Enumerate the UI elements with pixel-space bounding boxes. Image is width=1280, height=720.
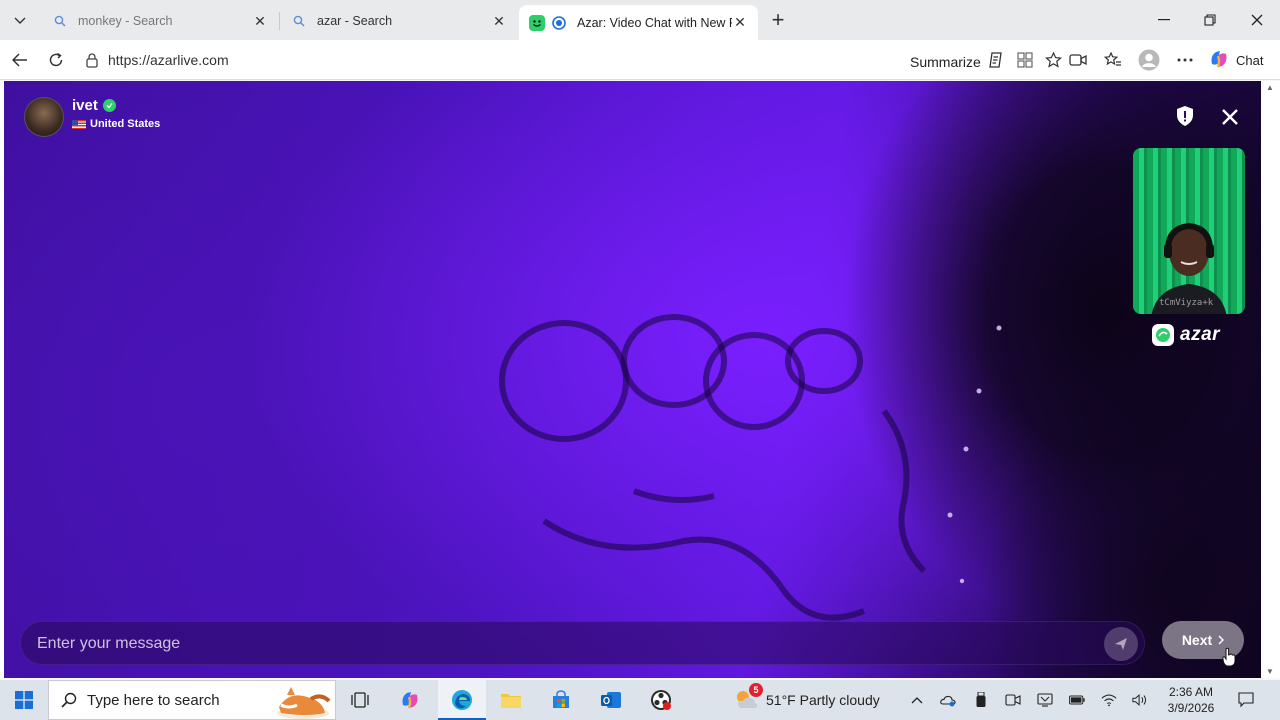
onedrive-sync-icon[interactable] [940, 692, 956, 708]
partner-video: ivet United States tCmViyza+k azar Enter… [4, 81, 1261, 678]
notification-center-icon[interactable] [1238, 692, 1254, 708]
azar-brand: azar [1152, 324, 1220, 346]
self-camera-preview: tCmViyza+k [1133, 148, 1245, 314]
tab-azar-video-chat[interactable]: Azar: Video Chat with New People ✕ [519, 5, 758, 40]
weather-text: 51°F Partly cloudy [766, 692, 880, 708]
windows-taskbar: Type here to search 51°F Partly cloudy 5 [0, 680, 1280, 720]
next-label: Next [1181, 632, 1213, 648]
close-tab-icon[interactable]: ✕ [732, 14, 748, 31]
azar-logo-text: azar [1180, 324, 1221, 345]
tab-title: Azar: Video Chat with New People [577, 15, 732, 30]
wifi-icon[interactable] [1101, 692, 1117, 708]
send-message-button[interactable] [1104, 627, 1138, 661]
taskbar-search[interactable]: Type here to search [48, 680, 336, 720]
battery-icon[interactable] [1069, 692, 1085, 708]
camera-in-use-icon[interactable] [1066, 48, 1090, 72]
close-window-icon[interactable] [1245, 8, 1269, 32]
close-tab-icon[interactable]: ✕ [252, 13, 268, 29]
favorites-list-icon[interactable] [1101, 48, 1125, 72]
tab-divider [279, 12, 280, 30]
refresh-icon[interactable] [44, 48, 68, 72]
search-icon [291, 13, 307, 29]
partner-info: ivet United States [72, 97, 160, 130]
self-watermark: tCmViyza+k [1159, 298, 1214, 308]
system-clock[interactable]: 2:36 AM 3/9/2026 [1160, 684, 1222, 716]
profile-avatar-icon[interactable] [1137, 48, 1161, 72]
chevron-right-icon [1218, 635, 1225, 645]
edge-browser-icon[interactable] [450, 688, 474, 712]
extensions-icon[interactable] [1013, 48, 1037, 72]
search-icon [61, 692, 77, 708]
minimize-icon[interactable] [1152, 8, 1176, 32]
recording-icon [551, 15, 567, 31]
taskbar-search-placeholder: Type here to search [87, 691, 220, 709]
scroll-down-icon[interactable]: ▼ [1266, 667, 1274, 676]
video-texture [499, 314, 1002, 621]
tab-azar-search[interactable]: azar - Search ✕ [281, 5, 517, 37]
clock-date: 3/9/2026 [1167, 701, 1215, 715]
partner-avatar[interactable] [24, 97, 64, 137]
partner-name-row: ivet [72, 97, 160, 114]
show-hidden-icons-chevron-up-icon[interactable] [909, 692, 925, 708]
more-options-icon[interactable] [1173, 48, 1197, 72]
file-explorer-icon[interactable] [499, 688, 523, 712]
send-icon [1115, 638, 1127, 650]
partner-name: ivet [72, 97, 98, 114]
azar-favicon-icon [529, 14, 545, 31]
message-bar [20, 621, 1145, 665]
hand-cursor-icon [1222, 647, 1236, 667]
meet-now-icon[interactable] [1005, 692, 1021, 708]
weather-alert-badge: 5 [749, 683, 763, 697]
azar-page: ivet United States tCmViyza+k azar Enter… [0, 81, 1280, 678]
copilot-taskbar-icon[interactable] [398, 688, 422, 712]
copilot-icon [1208, 48, 1230, 73]
summarize-label: Summarize [910, 53, 981, 70]
tab-monkey-search[interactable]: monkey - Search ✕ [42, 5, 278, 37]
page-scrollbar[interactable]: ▲ ▼ [1261, 81, 1280, 678]
usb-device-icon[interactable] [973, 692, 989, 708]
tab-strip: monkey - Search ✕ azar - Search ✕ Azar: … [0, 0, 1280, 40]
fox-illustration-icon [277, 687, 331, 719]
restore-icon[interactable] [1198, 8, 1222, 32]
search-icon [52, 13, 68, 29]
tab-actions-icon[interactable] [8, 9, 32, 33]
back-icon[interactable] [8, 48, 32, 72]
summarize-button[interactable]: Summarize [910, 51, 1005, 72]
lock-icon[interactable] [84, 52, 100, 68]
partner-country-row: United States [72, 118, 160, 130]
start-windows-icon[interactable] [12, 688, 36, 712]
browser-toolbar: https://azarlive.com Summarize Chat [0, 40, 1280, 80]
volume-icon[interactable] [1132, 692, 1148, 708]
task-view-icon[interactable] [348, 688, 372, 712]
obs-recorder-icon[interactable] [649, 688, 673, 712]
clock-time: 2:36 AM [1168, 685, 1214, 699]
azar-logo-icon [1152, 324, 1174, 346]
us-flag-icon [72, 119, 86, 129]
microsoft-store-icon[interactable] [549, 688, 573, 712]
new-tab-button[interactable]: + [766, 8, 790, 32]
favorite-star-icon[interactable] [1041, 48, 1065, 72]
outlook-icon[interactable] [599, 688, 623, 712]
scroll-up-icon[interactable]: ▲ [1266, 83, 1274, 92]
report-shield-icon[interactable] [1174, 105, 1196, 127]
partner-country: United States [90, 118, 161, 130]
tab-title: monkey - Search [78, 14, 173, 28]
verified-badge-icon [102, 99, 116, 112]
url-text: https://azarlive.com [108, 52, 229, 68]
tab-title: azar - Search [317, 14, 393, 28]
close-tab-icon[interactable]: ✕ [491, 13, 507, 29]
message-input[interactable] [37, 632, 1077, 656]
summarize-icon [987, 51, 1005, 72]
chat-label: Chat [1236, 52, 1264, 68]
partner-profile[interactable]: ivet United States [24, 97, 160, 137]
copilot-chat-button[interactable]: Chat [1208, 48, 1263, 72]
display-settings-icon[interactable] [1037, 692, 1053, 708]
close-chat-icon[interactable] [1218, 105, 1242, 129]
